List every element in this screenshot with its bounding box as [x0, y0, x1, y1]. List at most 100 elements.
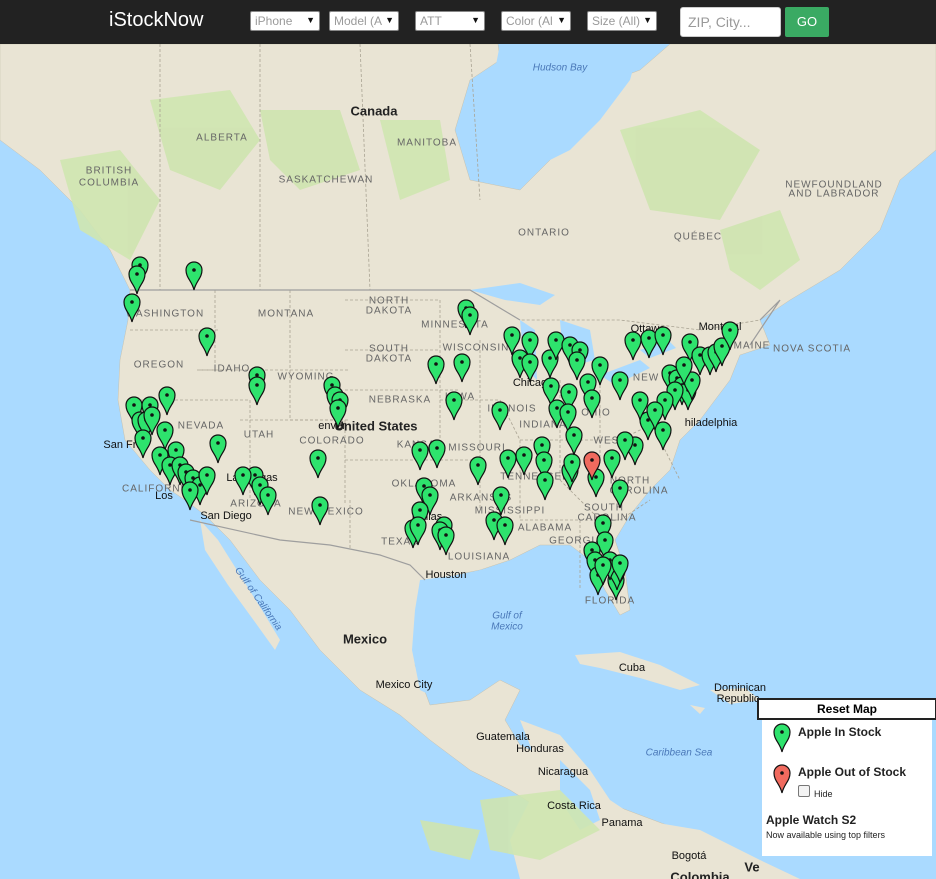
in-stock-pin-icon[interactable] [461, 306, 479, 336]
label-nicaragua: Nicaragua [537, 766, 589, 778]
color-select-value: Color (Al [506, 14, 553, 28]
in-stock-pin-icon[interactable] [428, 439, 446, 469]
color-select[interactable]: Color (Al ▼ [501, 11, 571, 31]
in-stock-pin-icon[interactable] [128, 265, 146, 295]
label-cuba: Cuba [618, 662, 646, 674]
in-stock-pin-icon[interactable] [198, 466, 216, 496]
label-colorado: COLORADO [299, 435, 365, 447]
in-stock-pin-icon[interactable] [329, 399, 347, 429]
in-stock-pin-icon[interactable] [611, 554, 629, 584]
in-stock-pin-icon[interactable] [616, 431, 634, 461]
label-houston: Houston [425, 569, 467, 581]
in-stock-pin-icon[interactable] [491, 401, 509, 431]
label-philadelphia: hiladelphia [684, 417, 738, 429]
in-stock-pin-icon[interactable] [411, 441, 429, 471]
model-select-value: Model (A [334, 14, 383, 28]
in-stock-pin-icon[interactable] [309, 449, 327, 479]
label-montana: MONTANA [257, 308, 315, 320]
in-stock-pin-icon[interactable] [185, 261, 203, 291]
go-button[interactable]: GO [785, 7, 829, 37]
in-stock-pin-icon[interactable] [594, 556, 612, 586]
out-of-stock-pin-icon [773, 764, 791, 794]
size-select-value: Size (All) [592, 14, 641, 28]
device-select[interactable]: iPhone ▼ [250, 11, 320, 31]
label-dakota: DAKOTA [365, 353, 413, 365]
in-stock-pin-icon[interactable] [565, 426, 583, 456]
in-stock-pin-icon[interactable] [515, 446, 533, 476]
label-honduras: Honduras [516, 743, 564, 755]
out-of-stock-pin-icon[interactable] [583, 451, 601, 481]
label-mexico: Mexico [342, 631, 388, 647]
in-stock-pin-icon[interactable] [181, 481, 199, 511]
label-canada: Canada [350, 103, 398, 119]
label-hudson-bay: Hudson Bay [532, 62, 588, 74]
in-stock-pin-icon[interactable] [409, 516, 427, 546]
label-utah: UTAH [243, 429, 275, 441]
in-stock-pin-icon[interactable] [134, 429, 152, 459]
label-saskatchewan: SASKATCHEWAN [278, 174, 374, 186]
in-stock-pin-icon[interactable] [248, 376, 266, 406]
label-alabama: ALABAMA [517, 522, 573, 534]
chevron-down-icon: ▼ [306, 15, 315, 25]
chevron-down-icon: ▼ [557, 15, 566, 25]
label-republic: Republic [716, 693, 760, 705]
apple-watch-subtitle: Now available using top filters [766, 830, 886, 840]
chevron-down-icon: ▼ [471, 15, 480, 25]
label-british: BRITISH [85, 165, 133, 177]
in-stock-pin-icon[interactable] [123, 293, 141, 323]
in-stock-pin-icon[interactable] [583, 389, 601, 419]
label-guatemala: Guatemala [476, 731, 530, 743]
in-stock-pin-icon[interactable] [536, 471, 554, 501]
in-stock-pin-icon[interactable] [496, 516, 514, 546]
in-stock-pin-icon[interactable] [521, 353, 539, 383]
label-colombia: Colombia [670, 869, 730, 879]
in-stock-pin-icon[interactable] [437, 526, 455, 556]
label-costa-rica: Costa Rica [547, 800, 601, 812]
top-navbar: iStockNow iPhone ▼ Model (A ▼ ATT ▼ Colo… [0, 0, 936, 44]
size-select[interactable]: Size (All) ▼ [587, 11, 657, 31]
in-stock-pin-icon[interactable] [453, 353, 471, 383]
reset-map-button[interactable]: Reset Map [757, 698, 936, 720]
in-stock-pin-icon[interactable] [469, 456, 487, 486]
in-stock-pin-icon[interactable] [563, 453, 581, 483]
in-stock-pin-icon[interactable] [311, 496, 329, 526]
in-stock-pin-icon[interactable] [259, 486, 277, 516]
legend-in-stock-label: Apple In Stock [798, 725, 882, 739]
model-select[interactable]: Model (A ▼ [329, 11, 399, 31]
hide-out-of-stock-checkbox[interactable] [798, 785, 810, 797]
label-and-labrador: AND LABRADOR [788, 188, 880, 200]
in-stock-pin-icon[interactable] [445, 391, 463, 421]
in-stock-pin-icon [773, 723, 791, 753]
carrier-select[interactable]: ATT ▼ [415, 11, 485, 31]
label-dakota: DAKOTA [365, 305, 413, 317]
brand-logo[interactable]: iStockNow [109, 9, 203, 32]
carrier-select-value: ATT [420, 14, 442, 28]
in-stock-pin-icon[interactable] [427, 355, 445, 385]
chevron-down-icon: ▼ [643, 15, 652, 25]
label-ontario: ONTARIO [518, 227, 570, 239]
label-idaho: IDAHO [213, 363, 251, 375]
in-stock-pin-icon[interactable] [611, 479, 629, 509]
in-stock-pin-icon[interactable] [721, 321, 739, 351]
label-quebec: QUÉBEC [673, 231, 723, 243]
label-columbia: COLUMBIA [78, 177, 140, 189]
in-stock-pin-icon[interactable] [611, 371, 629, 401]
legend-out-of-stock-label: Apple Out of Stock [798, 765, 906, 779]
zip-city-input[interactable]: ZIP, City... [680, 7, 781, 37]
label-mexico-city: Mexico City [375, 679, 433, 691]
label-nova-scotia: NOVA SCOTIA [772, 343, 852, 355]
in-stock-pin-icon[interactable] [654, 326, 672, 356]
in-stock-pin-icon[interactable] [234, 466, 252, 496]
in-stock-pin-icon[interactable] [492, 486, 510, 516]
label-manitoba: MANITOBA [396, 137, 458, 149]
in-stock-pin-icon[interactable] [209, 434, 227, 464]
in-stock-pin-icon[interactable] [631, 391, 649, 421]
label-louisiana: LOUISIANA [447, 551, 511, 563]
in-stock-pin-icon[interactable] [198, 327, 216, 357]
label-panama: Panama [601, 817, 643, 829]
label-mexico-water: Mexico [491, 621, 523, 633]
apple-watch-title: Apple Watch S2 [766, 813, 857, 827]
label-maine: MAINE [733, 340, 771, 352]
label-oregon: OREGON [133, 359, 185, 371]
label-san-diego: San Diego [200, 510, 252, 522]
